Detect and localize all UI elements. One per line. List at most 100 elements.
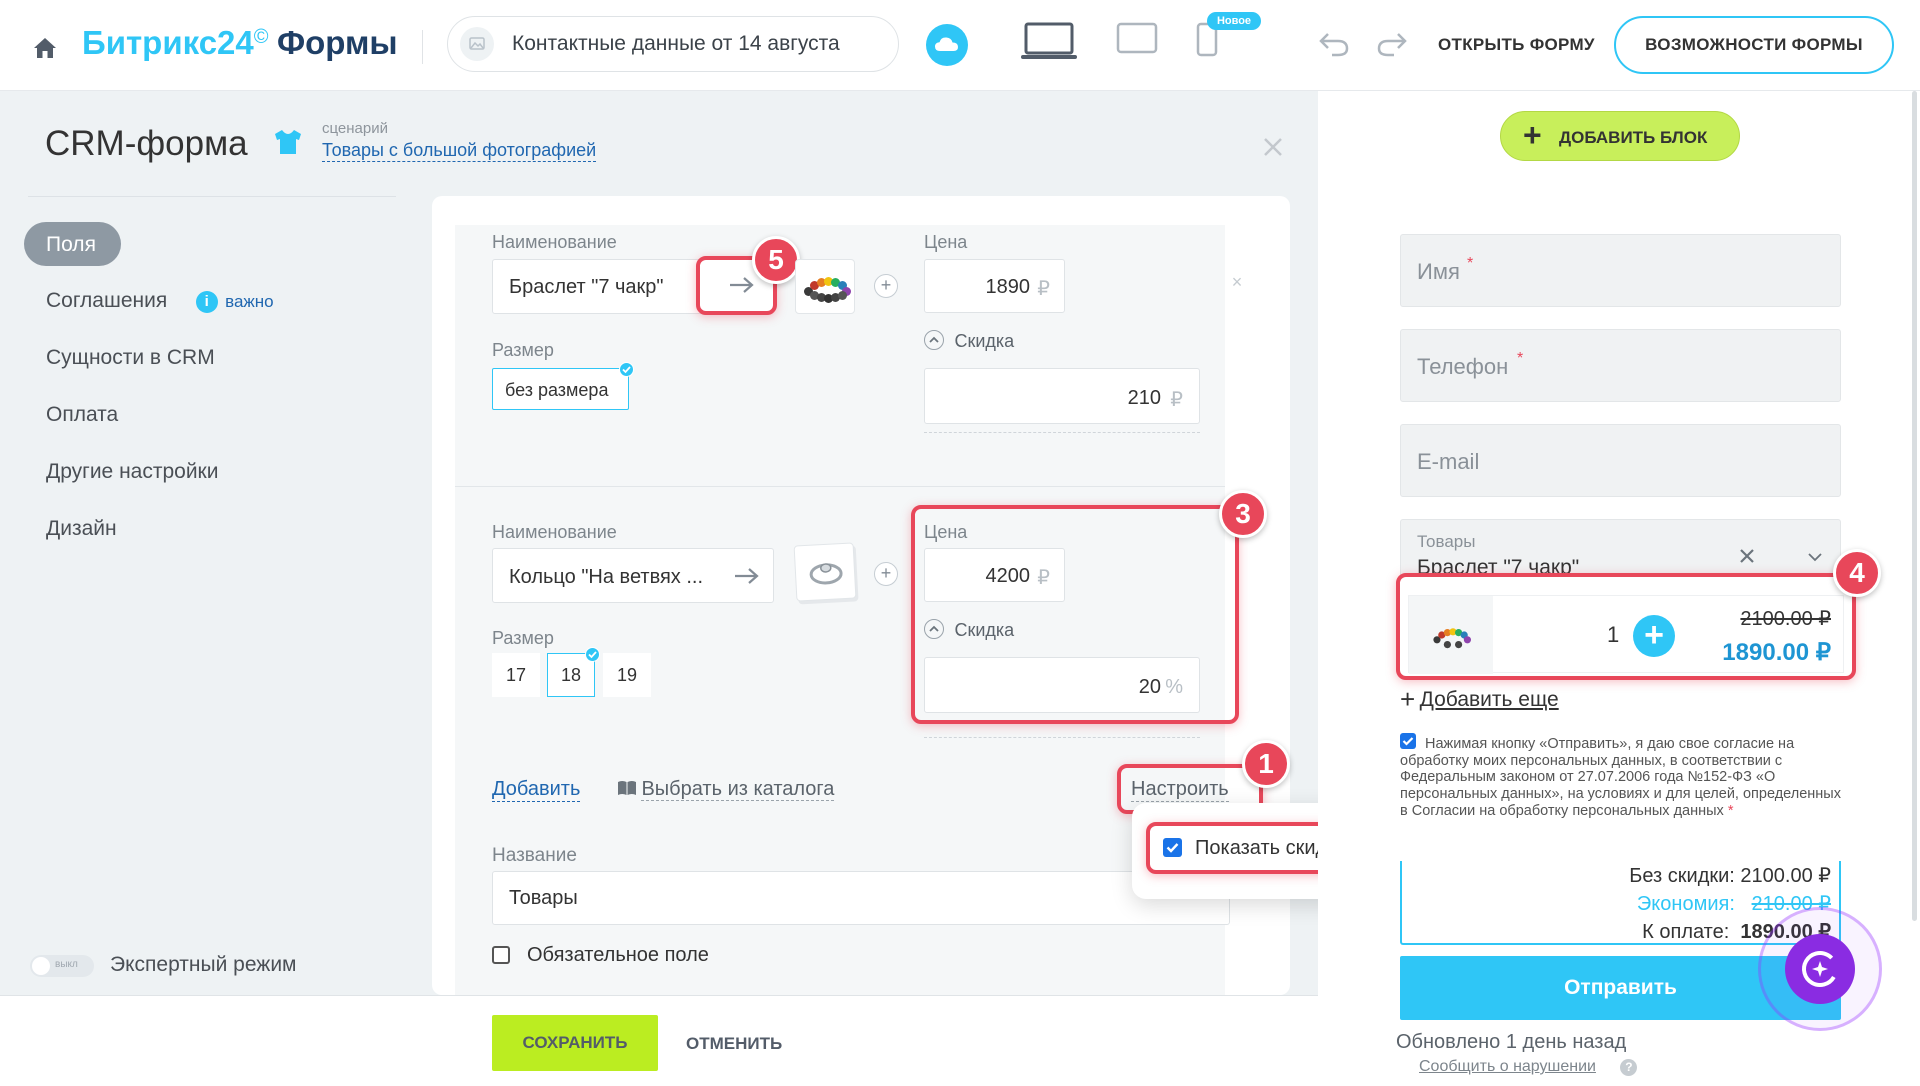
required-asterisk: * [1517,350,1524,367]
summary-value: 2100.00 ₽ [1740,865,1831,887]
preview-scrollbar[interactable] [1912,91,1917,921]
catalog-link[interactable]: Выбрать из каталога [617,778,835,801]
size-chip[interactable]: 19 [603,653,651,697]
arrow-right-icon[interactable] [733,566,761,586]
assistant-button[interactable] [1758,907,1882,1031]
product-2-size-label: Размер [492,628,554,648]
preview-email-field[interactable]: E-mail [1400,424,1841,497]
summary-row-no-discount: Без скидки: 2100.00 ₽ [1629,863,1831,888]
product-1-photo[interactable] [795,259,855,314]
sidebar-item-crm-entities[interactable]: Сущности в CRM [46,346,215,370]
help-icon: ? [1620,1059,1638,1076]
brand-logo[interactable]: Битрикс24© Формы [82,24,398,68]
new-badge: Новое [1207,12,1261,30]
placeholder-label: E-mail [1417,449,1480,474]
add-more-label: Добавить еще [1419,688,1559,711]
discount-unit: ₽ [1170,389,1183,411]
required-checkbox[interactable] [492,946,510,964]
brand-divider [422,30,423,64]
close-icon[interactable] [1262,136,1284,158]
product-2-discount-toggle[interactable]: Скидка [924,619,1014,641]
important-hint[interactable]: важно [225,292,274,311]
product-2-name-field[interactable]: Кольцо "На ветвях ... [492,548,774,603]
bracelet-image [802,275,851,303]
products-label: Товары [1417,532,1476,551]
expert-mode-label: Экспертный режим [110,953,297,976]
expert-mode-toggle[interactable]: выкл [30,955,94,977]
arrow-right-icon[interactable] [728,275,756,295]
sidebar-item-design[interactable]: Дизайн [46,517,117,541]
remove-product-1-icon[interactable]: × [1225,272,1249,296]
show-discounts-checkbox[interactable] [1163,838,1182,857]
currency-sign: ₽ [1037,567,1050,589]
form-title-text: Контактные данные от 14 августа [512,32,840,55]
size-chip[interactable]: 17 [492,653,540,697]
book-icon [617,780,637,796]
callout-3-badge: 3 [1219,490,1267,538]
consent-text: Нажимая кнопку «Отправить», я даю свое с… [1400,736,1842,820]
bottom-bar [0,995,1318,1086]
size-chip-label: 17 [506,665,527,685]
field-name-input[interactable]: Товары [492,871,1230,925]
currency-sign: ₽ [1037,278,1050,300]
open-form-link[interactable]: ОТКРЫТЬ ФОРМУ [1438,35,1595,55]
product-2-discount-field[interactable]: 20 % [924,657,1200,713]
catalog-label: Выбрать из каталога [641,778,835,801]
size-chip-label: без размера [505,380,609,400]
cloud-icon[interactable] [926,24,968,66]
callout-5-badge: 5 [752,236,800,284]
form-features-button[interactable]: ВОЗМОЖНОСТИ ФОРМЫ [1614,16,1894,74]
product-1-discount-value: 210 [1127,387,1161,409]
form-title-pill[interactable]: Контактные данные от 14 августа [447,16,899,72]
add-product-link[interactable]: Добавить [492,778,581,802]
add-more-link[interactable]: + Добавить еще [1400,684,1559,715]
field-underline [924,432,1200,433]
product-1-price-value: 1890 [985,276,1031,298]
plus-icon: + [1400,684,1416,714]
qty-plus-button[interactable]: + [1633,615,1675,657]
sidebar-item-payment[interactable]: Оплата [46,403,118,427]
report-link[interactable]: Сообщить о нарушении ? [1419,1058,1638,1076]
sidebar-item-label: Соглашения [46,289,168,312]
discount-label: Скидка [954,331,1015,351]
configure-link[interactable]: Настроить [1131,778,1229,802]
size-chip-selected[interactable]: 18 [547,647,600,697]
size-chip-selected[interactable]: без размера [492,362,634,410]
add-block-button[interactable]: + ДОБАВИТЬ БЛОК [1500,111,1740,161]
product-1-discount-toggle[interactable]: Скидка [924,330,1014,352]
cancel-button[interactable]: ОТМЕНИТЬ [686,1034,782,1054]
report-label: Сообщить о нарушении [1419,1058,1596,1075]
title-divider [28,196,396,197]
scenario-label: сценарий [322,120,388,137]
save-button[interactable]: СОХРАНИТЬ [492,1015,658,1071]
add-photo-2-button[interactable]: + [874,562,898,586]
preview-name-field[interactable]: Имя * [1400,234,1841,307]
required-asterisk: * [1727,802,1734,819]
image-icon [460,27,494,61]
sidebar-item-agreements[interactable]: Соглашения i важно [46,289,274,313]
add-photo-1-button[interactable]: + [874,274,898,298]
product-1-price-field[interactable]: 1890 ₽ [924,259,1065,313]
product-2-name-label: Наименование [492,522,617,542]
home-icon[interactable] [32,36,58,60]
undo-icon[interactable] [1318,30,1350,58]
product-2-price-field[interactable]: 4200 ₽ [924,548,1065,602]
field-name-label: Название [492,845,577,866]
sidebar-item-fields[interactable]: Поля [24,222,121,266]
plus-icon: + [1523,117,1542,153]
tablet-icon[interactable] [1116,22,1158,56]
product-1-size-label: Размер [492,340,554,360]
callout-4-box: 1 + 2100.00 ₽ 1890.00 ₽ [1396,573,1856,680]
check-badge-icon [585,647,600,662]
scenario-link[interactable]: Товары с большой фотографией [322,140,597,162]
sidebar-item-other-settings[interactable]: Другие настройки [46,460,218,484]
discount-label: Скидка [954,620,1015,640]
size-chip-label: 18 [561,665,582,685]
laptop-icon[interactable] [1020,22,1078,62]
product-1-discount-field[interactable]: 210 ₽ [924,368,1200,424]
product-2-photo[interactable] [793,542,857,602]
chevron-down-icon[interactable] [1807,552,1823,562]
clear-icon[interactable] [1739,548,1755,564]
redo-icon[interactable] [1376,30,1408,58]
preview-phone-field[interactable]: Телефон * [1400,329,1841,402]
